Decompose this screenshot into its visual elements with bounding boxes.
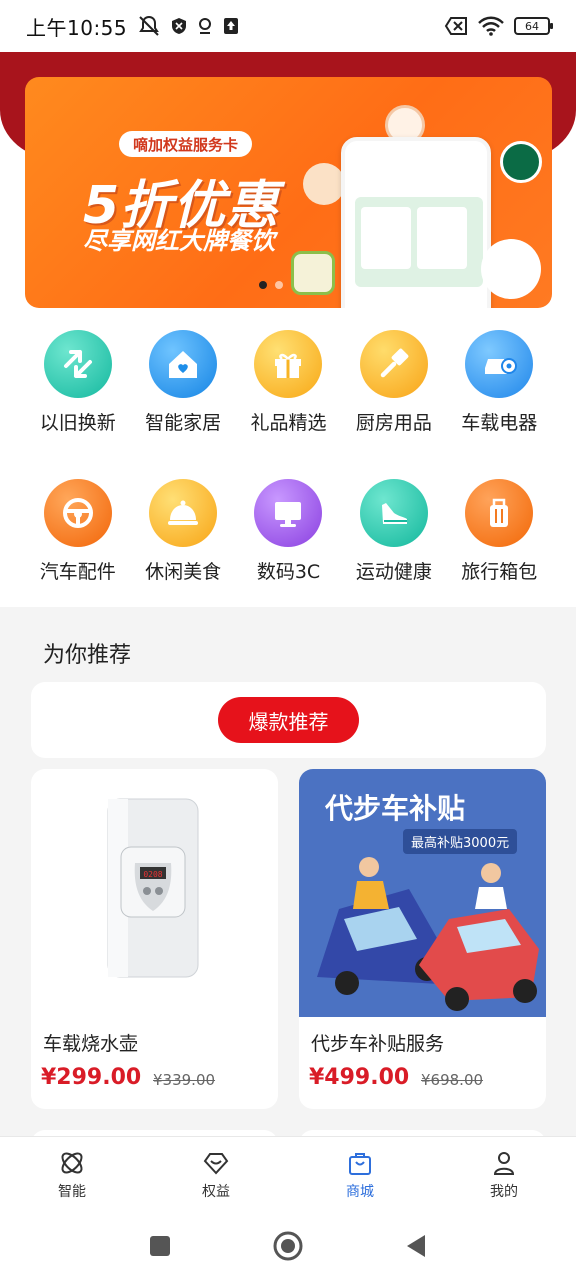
tab-label: 智能 bbox=[58, 1183, 86, 1200]
heart-badge-icon bbox=[203, 1152, 229, 1174]
product-image: 代步车补贴 最高补贴3000元 bbox=[299, 769, 546, 1017]
recent-apps-icon[interactable] bbox=[149, 1235, 171, 1257]
category-item-gifts[interactable]: 礼品精选 bbox=[236, 330, 341, 435]
category-item-smart-home[interactable]: 智能家居 bbox=[130, 330, 235, 435]
banner-pagination bbox=[259, 281, 283, 289]
hot-recommend-button[interactable]: 爆款推荐 bbox=[218, 697, 359, 743]
category-item-car-parts[interactable]: 汽车配件 bbox=[25, 479, 130, 584]
home-circle-icon[interactable] bbox=[273, 1231, 303, 1261]
product-name: 车载烧水壶 bbox=[43, 1033, 139, 1055]
product-card-kettle[interactable]: 0208 车载烧水壶 ¥299.00 ¥339.00 bbox=[31, 769, 278, 1109]
brand-logo-icon bbox=[303, 163, 345, 205]
wifi-icon bbox=[478, 16, 504, 36]
suitcase-icon bbox=[465, 479, 534, 547]
starbucks-logo-icon bbox=[500, 141, 542, 183]
category-item-digital[interactable]: 数码3C bbox=[236, 479, 341, 584]
category-label: 汽车配件 bbox=[39, 561, 116, 583]
shopping-bag-icon bbox=[349, 1152, 371, 1175]
back-triangle-icon[interactable] bbox=[405, 1234, 427, 1258]
svg-text:0208: 0208 bbox=[143, 870, 162, 879]
hot-recommend-panel: 爆款推荐 bbox=[31, 682, 546, 758]
location-icon bbox=[199, 18, 212, 34]
category-label: 以旧换新 bbox=[39, 412, 116, 434]
shield-icon bbox=[172, 18, 187, 34]
category-label: 礼品精选 bbox=[250, 412, 327, 434]
recommend-section-title: 为你推荐 bbox=[43, 643, 132, 668]
tab-mine[interactable]: 我的 bbox=[432, 1137, 576, 1212]
status-time: 上午10:55 bbox=[26, 15, 128, 40]
category-label: 数码3C bbox=[256, 561, 321, 583]
tab-mall[interactable]: 商城 bbox=[288, 1137, 432, 1212]
upload-icon bbox=[224, 18, 239, 34]
bell-off-icon bbox=[139, 15, 160, 36]
gift-icon bbox=[254, 330, 323, 398]
tab-rights[interactable]: 权益 bbox=[144, 1137, 288, 1212]
category-item-kitchen[interactable]: 厨房用品 bbox=[341, 330, 446, 435]
category-item-trade-in[interactable]: 以旧换新 bbox=[25, 330, 130, 435]
status-notification-icons bbox=[137, 15, 239, 37]
phone-mockup bbox=[341, 137, 491, 308]
category-grid: 以旧换新 智能家居 礼品精选 厨房用品 车载电器 汽车配件 休闲美食 数码3C … bbox=[25, 330, 552, 584]
battery-indicator: 64 bbox=[514, 17, 553, 35]
bottom-tab-bar: 智能 权益 商城 我的 bbox=[0, 1136, 576, 1212]
sneaker-icon bbox=[359, 479, 428, 547]
tea-brand-logo-icon bbox=[291, 251, 335, 295]
car-fan-icon bbox=[465, 330, 534, 398]
steering-wheel-icon bbox=[43, 479, 112, 547]
system-navigation-bar bbox=[0, 1212, 576, 1280]
banner-subtitle: 尽享网红大牌餐饮 bbox=[83, 227, 275, 255]
tab-smart[interactable]: 智能 bbox=[0, 1137, 144, 1212]
product-original-price: ¥339.00 bbox=[153, 1071, 216, 1089]
category-label: 运动健康 bbox=[355, 561, 432, 583]
no-sim-icon bbox=[444, 17, 467, 35]
exchange-arrows-icon bbox=[43, 330, 112, 398]
category-label: 厨房用品 bbox=[355, 412, 432, 434]
tab-label: 我的 bbox=[490, 1183, 518, 1200]
category-label: 旅行箱包 bbox=[461, 561, 538, 583]
category-label: 智能家居 bbox=[145, 412, 222, 434]
category-label: 车载电器 bbox=[461, 412, 538, 434]
category-label: 休闲美食 bbox=[145, 561, 222, 583]
product-original-price: ¥698.00 bbox=[421, 1071, 484, 1089]
tab-label: 商城 bbox=[346, 1183, 374, 1200]
product-card-car-subsidy[interactable]: 代步车补贴 最高补贴3000元 代步车补贴服务 ¥499.00 ¥698.00 bbox=[299, 769, 546, 1109]
promo-banner[interactable]: 嘀加权益服务卡 5折优惠 尽享网红大牌餐饮 bbox=[25, 77, 552, 308]
status-right-icons: 64 bbox=[444, 16, 553, 36]
category-item-snacks[interactable]: 休闲美食 bbox=[130, 479, 235, 584]
product-image: 0208 bbox=[31, 769, 278, 1017]
banner-tag: 嘀加权益服务卡 bbox=[119, 131, 253, 157]
product-name: 代步车补贴服务 bbox=[311, 1033, 445, 1055]
smart-home-icon bbox=[149, 330, 218, 398]
status-bar: 上午10:55 64 bbox=[0, 0, 576, 52]
atom-icon bbox=[61, 1152, 83, 1173]
category-item-luggage[interactable]: 旅行箱包 bbox=[447, 479, 552, 584]
monitor-icon bbox=[254, 479, 323, 547]
food-cloche-icon bbox=[149, 479, 218, 547]
banner-dot[interactable] bbox=[259, 281, 267, 289]
spatula-icon bbox=[359, 330, 428, 398]
product-price: ¥299.00 bbox=[41, 1065, 142, 1090]
category-item-car-electronics[interactable]: 车载电器 bbox=[447, 330, 552, 435]
tab-label: 权益 bbox=[202, 1183, 230, 1200]
category-item-sports[interactable]: 运动健康 bbox=[341, 479, 446, 584]
deer-brand-logo-icon bbox=[481, 239, 541, 299]
person-icon bbox=[493, 1151, 515, 1175]
product-price: ¥499.00 bbox=[309, 1065, 410, 1090]
phone-screen-card bbox=[355, 197, 483, 287]
banner-dot[interactable] bbox=[275, 281, 283, 289]
